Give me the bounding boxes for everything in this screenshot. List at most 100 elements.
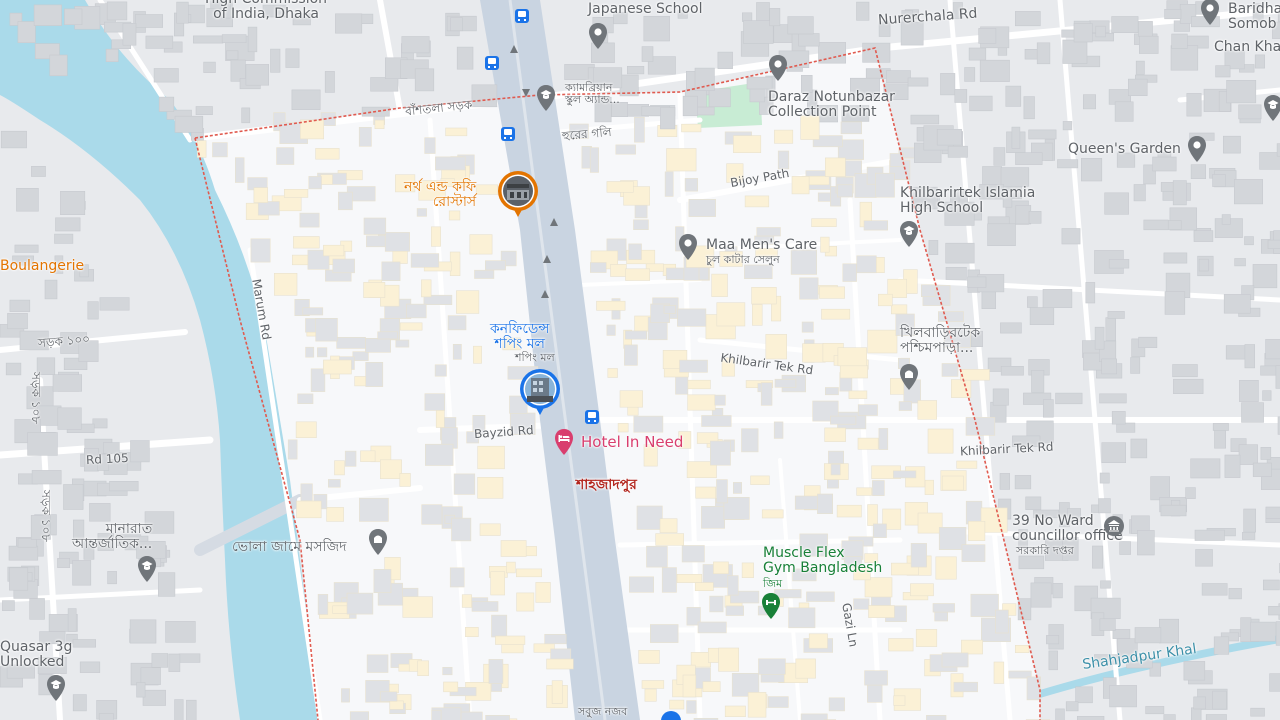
label-cambrian-school[interactable]: ক্যামব্রিয়ান স্কুল অ্যান্ড... <box>565 82 620 105</box>
building <box>1193 230 1214 242</box>
photo-thumbnail-icon[interactable] <box>497 170 539 220</box>
building <box>326 507 344 522</box>
map-canvas[interactable]: High Commission of India, Dhaka Japanese… <box>0 0 1280 720</box>
building <box>886 70 911 83</box>
bed-icon[interactable] <box>553 428 575 456</box>
label-high-commission[interactable]: High Commission of India, Dhaka <box>205 0 327 21</box>
building <box>1083 94 1097 110</box>
building <box>501 643 524 654</box>
building <box>979 59 1010 82</box>
bus-icon[interactable] <box>585 410 599 424</box>
building <box>1234 179 1264 205</box>
graduation-cap-icon[interactable] <box>1262 94 1280 122</box>
building <box>945 242 975 264</box>
building <box>624 344 638 366</box>
building <box>1138 21 1153 37</box>
building <box>676 573 703 583</box>
building <box>1030 582 1052 608</box>
label-baridhara-somobay[interactable]: Baridha Somob <box>1228 2 1280 32</box>
graduation-cap-icon[interactable] <box>136 555 158 583</box>
building <box>136 682 146 698</box>
building <box>168 653 181 672</box>
building <box>406 303 427 319</box>
building <box>488 659 504 684</box>
building <box>655 533 685 546</box>
building <box>365 361 384 387</box>
building <box>733 135 762 154</box>
photo-thumbnail-icon[interactable] <box>519 368 561 418</box>
label-japanese-school[interactable]: Japanese School <box>588 2 703 17</box>
building <box>947 145 968 158</box>
building <box>193 35 224 44</box>
building <box>395 339 410 348</box>
building <box>1163 252 1188 264</box>
government-building-icon[interactable] <box>1103 515 1125 543</box>
bus-icon[interactable] <box>485 56 499 70</box>
mosque-icon[interactable] <box>898 363 920 391</box>
building <box>941 475 964 491</box>
building <box>447 315 467 331</box>
building <box>270 48 281 73</box>
label-queens-garden[interactable]: Queen's Garden <box>1068 142 1181 157</box>
label-maa-mens-care[interactable]: Maa Men's Care <box>706 238 817 253</box>
graduation-cap-icon[interactable] <box>535 84 557 112</box>
label-khilbaritek-west[interactable]: খিলবাড়িরটেক পশ্চিমপাড়া... <box>900 326 980 356</box>
graduation-cap-icon[interactable] <box>45 674 67 702</box>
building <box>774 378 797 388</box>
building <box>1048 650 1058 671</box>
label-chan-khan[interactable]: Chan Kha <box>1214 40 1280 55</box>
label-boulangerie[interactable]: Boulangerie <box>0 259 84 274</box>
location-pin-icon[interactable] <box>1199 0 1221 26</box>
label-hotel-in-need[interactable]: Hotel In Need <box>581 434 683 451</box>
label-vola-mosque[interactable]: ভোলা জামে মসজিদ <box>232 540 346 555</box>
label-sobuj-nagar[interactable]: সবুজ নজব <box>578 706 627 718</box>
building <box>1055 708 1065 720</box>
building <box>968 47 987 61</box>
building <box>615 144 636 155</box>
label-daraz[interactable]: Daraz Notunbazar Collection Point <box>768 90 895 120</box>
label-muscle-flex[interactable]: Muscle Flex Gym Bangladesh <box>763 546 882 576</box>
bus-icon[interactable] <box>515 9 529 23</box>
label-confidence-mall[interactable]: কনফিডেন্স শপিং মল <box>490 322 549 352</box>
building <box>727 575 739 596</box>
building <box>500 540 527 557</box>
bus-icon[interactable] <box>501 127 515 141</box>
label-khilbarirtek-school[interactable]: Khilbarirtek Islamia High School <box>900 186 1035 216</box>
label-north-end-coffee[interactable]: নর্থ এন্ড কফি রোস্টার্স <box>404 180 476 210</box>
building <box>694 582 714 591</box>
building <box>1028 129 1057 140</box>
location-pin-icon[interactable] <box>1186 135 1208 163</box>
building <box>799 277 819 300</box>
label-manarat[interactable]: মানারাত আন্তর্জাতিক... <box>72 522 152 552</box>
label-shahjadpur[interactable]: শাহজাদপুর <box>576 478 637 493</box>
building <box>992 388 1009 406</box>
label-quasar[interactable]: Quasar 3g Unlocked <box>0 640 72 670</box>
building <box>445 127 468 137</box>
building <box>1061 228 1081 245</box>
building <box>461 594 472 608</box>
building <box>1275 365 1280 389</box>
building <box>716 302 746 327</box>
building <box>417 660 429 676</box>
building <box>665 267 687 281</box>
location-pin-icon[interactable] <box>587 22 609 50</box>
dumbbell-icon[interactable] <box>760 592 782 620</box>
graduation-cap-icon[interactable] <box>898 220 920 248</box>
building <box>840 121 863 135</box>
building <box>1212 423 1229 431</box>
building <box>1046 635 1060 645</box>
building <box>1109 685 1137 708</box>
building <box>936 129 962 146</box>
building <box>993 661 1005 684</box>
location-pin-icon[interactable] <box>660 710 682 720</box>
building <box>99 297 130 311</box>
building <box>448 210 461 221</box>
building <box>1094 326 1105 350</box>
building <box>821 308 851 320</box>
location-pin-icon[interactable] <box>767 54 789 82</box>
mosque-icon[interactable] <box>367 528 389 556</box>
building <box>1238 444 1258 465</box>
building <box>890 304 908 315</box>
location-pin-icon[interactable] <box>677 233 699 261</box>
building <box>889 153 904 167</box>
